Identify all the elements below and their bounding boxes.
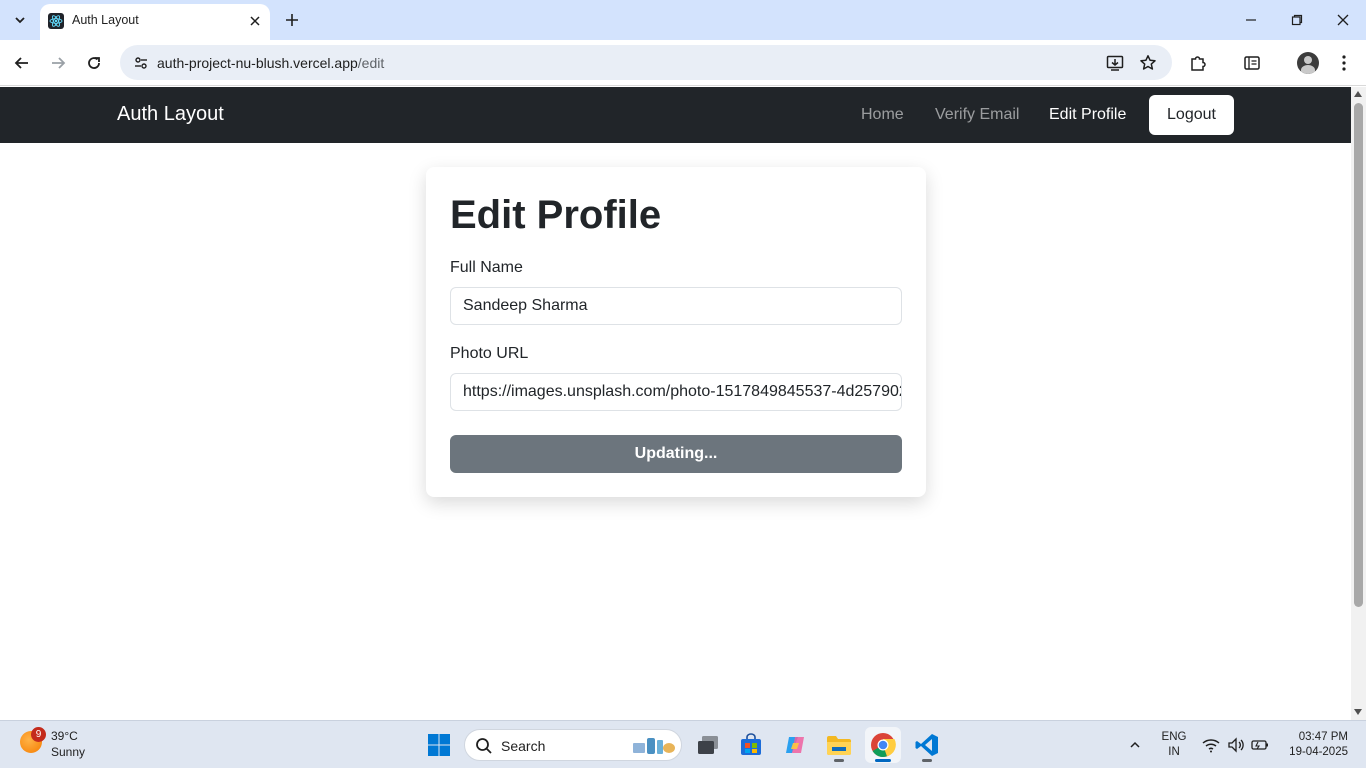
avatar <box>1297 52 1319 74</box>
folder-icon <box>827 736 851 755</box>
arrow-left-icon <box>14 57 28 69</box>
minimize-icon <box>1246 19 1256 21</box>
search-label: Search <box>501 738 546 754</box>
puzzle-icon <box>1191 56 1206 71</box>
nav-link-verify-email[interactable]: Verify Email <box>935 106 1019 124</box>
scroll-up-icon[interactable] <box>1354 91 1362 97</box>
bookmark-star-icon[interactable] <box>1135 50 1161 76</box>
scroll-down-icon[interactable] <box>1354 709 1362 715</box>
photo-url-field[interactable]: https://images.unsplash.com/photo-151784… <box>450 373 902 411</box>
vscode-icon <box>915 734 938 756</box>
store-app[interactable] <box>733 727 769 763</box>
browser-tab-strip: Auth Layout <box>0 0 1366 40</box>
reading-list-icon <box>1244 56 1260 70</box>
taskbar-search[interactable]: Search <box>464 729 682 761</box>
task-view-button[interactable] <box>690 727 726 763</box>
install-app-icon[interactable] <box>1102 50 1128 76</box>
menu-button[interactable] <box>1330 49 1358 77</box>
region-code: IN <box>1168 746 1180 758</box>
arrow-right-icon <box>52 57 66 69</box>
browser-toolbar: auth-project-nu-blush.vercel.app/edit <box>0 40 1366 86</box>
weather-condition: Sunny <box>51 745 86 759</box>
browser-tab[interactable]: Auth Layout <box>40 4 270 40</box>
chrome-app[interactable] <box>865 727 901 763</box>
show-hidden-icons-button[interactable] <box>1125 733 1145 757</box>
store-icon <box>741 733 761 755</box>
language-indicator[interactable]: ENG IN <box>1160 730 1188 760</box>
update-profile-button[interactable]: Updating... <box>450 435 902 473</box>
scrollbar-thumb[interactable] <box>1354 103 1363 607</box>
restore-button[interactable] <box>1282 6 1312 34</box>
nav-link-home[interactable]: Home <box>861 106 904 124</box>
profile-button[interactable] <box>1294 49 1322 77</box>
volume-icon[interactable] <box>1226 733 1246 757</box>
brand-link[interactable]: Auth Layout <box>117 103 224 126</box>
minimize-button[interactable] <box>1236 6 1266 34</box>
vscode-app[interactable] <box>909 727 945 763</box>
wifi-icon[interactable] <box>1201 733 1221 757</box>
extensions-button[interactable] <box>1184 49 1212 77</box>
site-navbar: Auth Layout Home Verify Email Edit Profi… <box>0 87 1351 143</box>
photo-url-label: Photo URL <box>450 345 529 362</box>
url-host: auth-project-nu-blush.vercel.app <box>157 55 358 71</box>
system-clock[interactable]: 03:47 PM 19-04-2025 <box>1284 730 1348 760</box>
url-path: /edit <box>357 55 385 71</box>
chevron-down-icon <box>15 17 25 24</box>
forward-button[interactable] <box>44 49 72 77</box>
tab-title: Auth Layout <box>72 13 139 27</box>
side-panel-button[interactable] <box>1238 49 1266 77</box>
language-code: ENG <box>1161 731 1187 743</box>
nav-link-edit-profile[interactable]: Edit Profile <box>1049 106 1126 124</box>
task-view-icon <box>698 736 718 754</box>
chevron-up-icon <box>1130 741 1140 748</box>
close-window-button[interactable] <box>1328 6 1358 34</box>
search-icon <box>476 738 492 754</box>
page-title: Edit Profile <box>450 193 662 237</box>
search-highlight-icon <box>633 738 675 754</box>
tab-search-button[interactable] <box>6 7 34 33</box>
logout-button[interactable]: Logout <box>1149 95 1234 135</box>
copilot-app[interactable] <box>777 727 813 763</box>
site-info-icon[interactable] <box>128 50 154 76</box>
windows-taskbar: 9 39°C Sunny Search ENG IN 03:47 PM 19-0… <box>0 720 1366 768</box>
back-button[interactable] <box>8 49 36 77</box>
weather-temperature: 39°C <box>51 729 78 743</box>
close-icon <box>1337 14 1349 26</box>
battery-icon[interactable] <box>1250 733 1270 757</box>
close-tab-icon[interactable] <box>246 12 264 30</box>
more-vertical-icon <box>1342 55 1346 71</box>
react-icon <box>48 13 64 29</box>
weather-widget[interactable]: 9 39°C Sunny <box>0 721 100 769</box>
full-name-label: Full Name <box>450 259 523 276</box>
clock-date: 19-04-2025 <box>1289 746 1348 758</box>
clock-time: 03:47 PM <box>1298 731 1348 743</box>
edit-profile-card: Edit Profile Full Name Sandeep Sharma Ph… <box>426 167 926 497</box>
copilot-icon <box>786 737 804 753</box>
file-explorer-app[interactable] <box>821 727 857 763</box>
reload-button[interactable] <box>80 49 108 77</box>
new-tab-button[interactable] <box>280 8 304 32</box>
windows-logo-icon <box>428 734 450 756</box>
plus-icon <box>286 14 298 26</box>
start-button[interactable] <box>421 727 457 763</box>
page-scrollbar[interactable] <box>1351 87 1366 720</box>
notification-badge: 9 <box>31 727 46 742</box>
url-text[interactable]: auth-project-nu-blush.vercel.app/edit <box>157 55 384 71</box>
reload-icon <box>88 57 100 69</box>
chrome-icon <box>871 733 896 757</box>
restore-icon <box>1291 14 1303 26</box>
full-name-field[interactable]: Sandeep Sharma <box>450 287 902 325</box>
address-bar[interactable]: auth-project-nu-blush.vercel.app/edit <box>120 45 1172 80</box>
